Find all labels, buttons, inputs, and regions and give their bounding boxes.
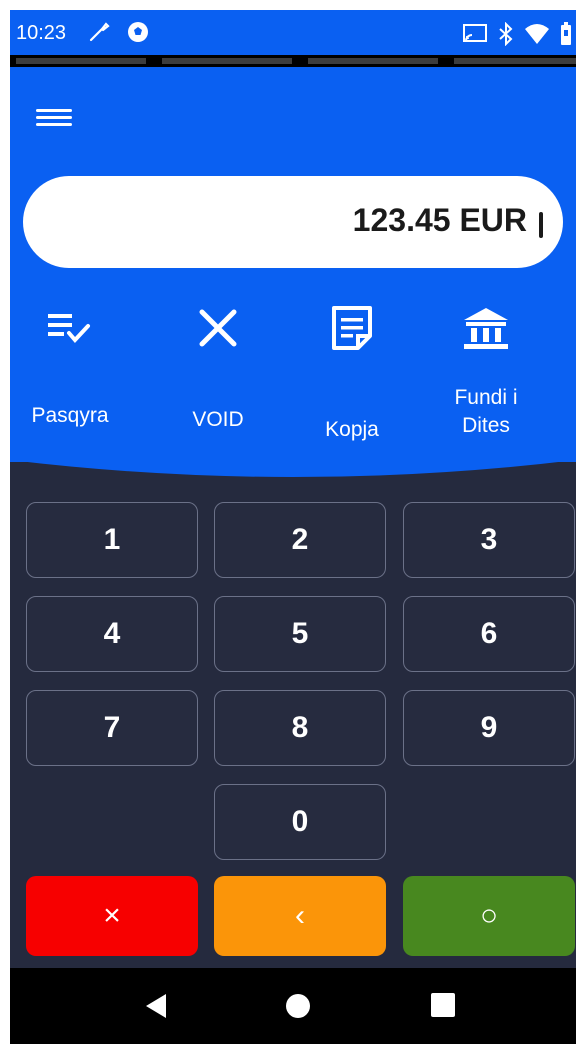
recents-square-icon[interactable] [430, 992, 456, 1018]
close-icon [199, 309, 237, 347]
document-icon [332, 306, 372, 350]
home-circle-icon[interactable] [284, 992, 312, 1020]
system-nav-bar [10, 968, 576, 1044]
amount-field[interactable]: 123.45 EUR [23, 176, 563, 268]
key-6[interactable]: 6 [403, 596, 575, 672]
amount-value: 123.45 EUR [352, 202, 527, 238]
wifi-icon [525, 24, 549, 44]
soccer-ball-icon [128, 22, 148, 42]
kopja-label: Kopja [325, 418, 379, 441]
back-triangle-icon[interactable] [142, 992, 170, 1020]
wrench-icon [89, 22, 110, 42]
text-cursor [539, 212, 543, 238]
key-2[interactable]: 2 [214, 502, 386, 578]
cast-icon [463, 24, 487, 42]
key-9[interactable]: 9 [403, 690, 575, 766]
backspace-button[interactable]: ‹ [214, 876, 386, 956]
pasqyra-label: Pasqyra [31, 404, 109, 427]
bluetooth-icon [499, 22, 513, 46]
progress-segments [10, 55, 576, 67]
confirm-button[interactable]: ○ [403, 876, 575, 956]
void-label: VOID [192, 408, 244, 431]
key-8[interactable]: 8 [214, 690, 386, 766]
status-bar: 10:23 [10, 10, 576, 58]
kopja-button[interactable]: Kopja [292, 300, 412, 470]
fundi-i-dites-button[interactable]: Fundi i Dites [426, 300, 546, 470]
key-1[interactable]: 1 [26, 502, 198, 578]
key-5[interactable]: 5 [214, 596, 386, 672]
battery-icon [561, 22, 571, 45]
key-3[interactable]: 3 [403, 502, 575, 578]
list-check-icon [48, 314, 90, 344]
pasqyra-button[interactable]: Pasqyra [10, 300, 130, 470]
device-screen: 10:23 123.45 EUR Pasqyra VOID Kopja Fund… [10, 10, 576, 1044]
bank-icon [464, 308, 508, 349]
status-time: 10:23 [16, 22, 67, 44]
key-7[interactable]: 7 [26, 690, 198, 766]
key-0[interactable]: 0 [214, 784, 386, 860]
void-button[interactable]: VOID [158, 300, 278, 470]
key-4[interactable]: 4 [26, 596, 198, 672]
menu-button[interactable] [36, 105, 72, 135]
cancel-button[interactable]: × [26, 876, 198, 956]
fundi-i-dites-label: Fundi i Dites [454, 386, 518, 437]
hamburger-menu-icon [36, 109, 72, 112]
